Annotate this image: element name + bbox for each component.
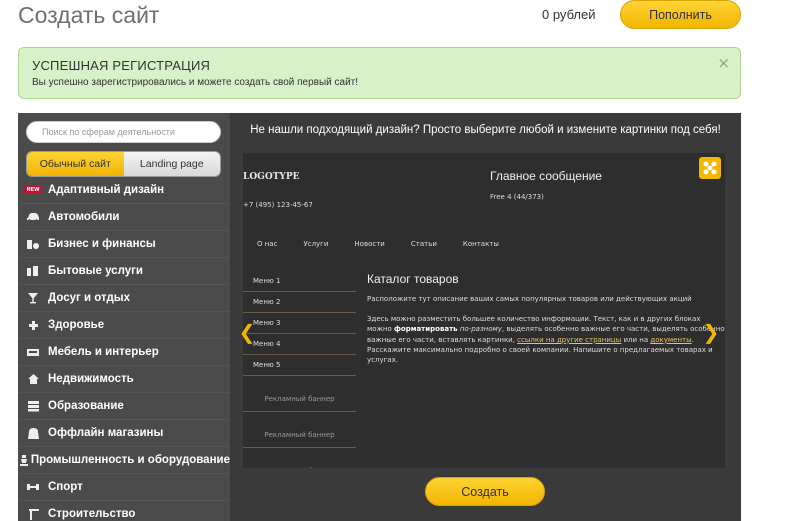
template-workspace: Обычный сайт Landing page NEW Адаптивный… — [18, 113, 741, 521]
sidebar-item-sport[interactable]: Спорт — [18, 474, 230, 501]
template-nav-item: О нас — [257, 240, 278, 248]
template-preview[interactable]: LOGOTYPE +7 (495) 123-45-67 Главное сооб… — [243, 153, 725, 513]
sidebar-item-label: Строительство — [48, 508, 136, 520]
sidebar-item-label: Недвижимость — [48, 373, 134, 385]
template-catalog-desc: Расположите тут описание ваших самых поп… — [367, 295, 692, 303]
template-menu-item: Меню 1 — [243, 271, 356, 292]
body-text: или на — [621, 335, 651, 344]
sidebar-item-label: Бытовые услуги — [48, 265, 143, 277]
alert-text: Вы успешно зарегистрировались и можете с… — [32, 77, 359, 88]
cocktail-icon — [18, 292, 48, 304]
body-link: ссылки на другие страницы — [517, 335, 622, 344]
crane-icon — [18, 508, 48, 520]
close-icon[interactable]: × — [717, 54, 730, 72]
page-title: Создать сайт — [18, 2, 160, 28]
new-badge: NEW — [24, 186, 42, 194]
tab-regular-site[interactable]: Обычный сайт — [27, 152, 124, 176]
sidebar-item-label: Промышленность и оборудование — [30, 454, 230, 466]
cross-icon — [18, 320, 48, 331]
chevron-left-icon[interactable]: ❮ — [232, 317, 262, 347]
template-menu-item: Меню 2 — [243, 292, 356, 313]
template-nav-item: Новости — [354, 240, 385, 248]
sidebar-item-education[interactable]: Образование — [18, 393, 230, 420]
sofa-icon — [18, 347, 48, 358]
sidebar-item-household[interactable]: Бытовые услуги — [18, 258, 230, 285]
sidebar-item-auto[interactable]: Автомобили — [18, 204, 230, 231]
sidebar-item-leisure[interactable]: Досуг и отдых — [18, 285, 230, 312]
tab-landing-page[interactable]: Landing page — [123, 152, 220, 176]
template-nav-item: Контакты — [462, 240, 499, 248]
success-alert: УСПЕШНАЯ РЕГИСТРАЦИЯ Вы успешно зарегист… — [18, 47, 741, 99]
body-bold: форматировать — [393, 325, 458, 334]
template-phone: +7 (495) 123-45-67 — [243, 201, 313, 209]
sidebar-item-label: Образование — [48, 400, 124, 412]
template-body-text: Здесь можно разместить большее количеств… — [367, 314, 725, 365]
sidebar-item-industry[interactable]: Промышленность и оборудование — [18, 447, 230, 474]
dumbbell-icon — [18, 482, 48, 492]
body-italic: по-разному — [457, 325, 502, 334]
body-link: документы — [650, 335, 692, 344]
template-menu: Меню 1 Меню 2 Меню 3 Меню 4 Меню 5 Рекла… — [243, 271, 356, 484]
site-type-switch: Обычный сайт Landing page — [26, 151, 221, 177]
template-banner: Рекламный баннер — [243, 422, 356, 448]
sidebar-item-realty[interactable]: Недвижимость — [18, 366, 230, 393]
sidebar-item-label: Автомобили — [48, 211, 120, 223]
template-menu-item: Меню 5 — [243, 355, 356, 376]
sidebar-item-label: Спорт — [48, 481, 83, 493]
category-list: NEW Адаптивный дизайн Автомобили Бизнес … — [18, 177, 230, 521]
sidebar-item-offline-shops[interactable]: Оффлайн магазины — [18, 420, 230, 447]
create-button[interactable]: Создать — [425, 477, 545, 506]
sidebar-item-label: Оффлайн магазины — [48, 427, 164, 439]
sidebar-item-label: Здоровье — [48, 319, 105, 331]
sidebar: Обычный сайт Landing page NEW Адаптивный… — [18, 113, 230, 521]
sidebar-item-health[interactable]: Здоровье — [18, 312, 230, 339]
settings-icon[interactable] — [699, 157, 721, 179]
alert-title: УСПЕШНАЯ РЕГИСТРАЦИЯ — [32, 58, 211, 73]
shop-icon — [18, 427, 48, 440]
sidebar-item-label: Адаптивный дизайн — [48, 184, 165, 196]
balance-text: 0 рублей — [542, 7, 596, 22]
coins-icon — [18, 238, 48, 250]
house-icon — [18, 373, 48, 385]
car-icon — [18, 212, 48, 222]
sidebar-item-business[interactable]: Бизнес и финансы — [18, 231, 230, 258]
topup-button[interactable]: Пополнить — [620, 0, 741, 29]
books-icon — [18, 400, 48, 412]
chevron-right-icon[interactable]: ❯ — [696, 317, 726, 347]
template-catalog-title: Каталог товаров — [367, 272, 459, 286]
template-nav: О нас Услуги Новости Статьи Контакты — [257, 240, 525, 248]
template-free-label: Free 4 (44/373) — [490, 193, 544, 201]
template-banner: Рекламный баннер — [243, 386, 356, 412]
sidebar-item-label: Мебель и интерьер — [48, 346, 159, 358]
factory-icon — [18, 454, 31, 467]
template-main-message: Главное сообщение — [490, 169, 602, 183]
sidebar-item-label: Досуг и отдых — [48, 292, 130, 304]
template-nav-item: Статьи — [410, 240, 437, 248]
preview-heading: Не нашли подходящий дизайн? Просто выбер… — [250, 124, 721, 136]
sidebar-item-construction[interactable]: Строительство — [18, 501, 230, 521]
sidebar-item-label: Бизнес и финансы — [48, 238, 156, 250]
sidebar-item-furniture[interactable]: Мебель и интерьер — [18, 339, 230, 366]
sidebar-item-adaptive[interactable]: NEW Адаптивный дизайн — [18, 177, 230, 204]
search-input[interactable] — [26, 121, 221, 143]
template-nav-item: Услуги — [303, 240, 329, 248]
tools-icon — [18, 265, 48, 277]
template-logo: LOGOTYPE — [243, 172, 300, 182]
